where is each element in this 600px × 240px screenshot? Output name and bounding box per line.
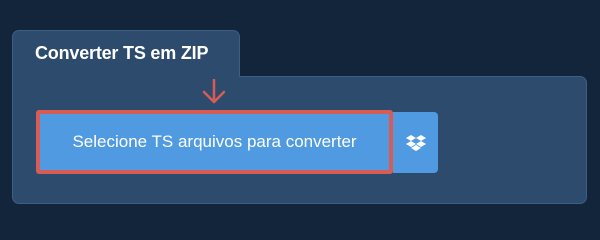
panel-title: Converter TS em ZIP <box>35 43 209 63</box>
dropbox-icon <box>405 134 426 151</box>
arrow-down-icon <box>202 79 226 104</box>
select-files-button[interactable]: Selecione TS arquivos para converter <box>36 110 393 174</box>
select-files-label: Selecione TS arquivos para converter <box>72 132 357 151</box>
dropbox-button[interactable] <box>393 112 438 173</box>
